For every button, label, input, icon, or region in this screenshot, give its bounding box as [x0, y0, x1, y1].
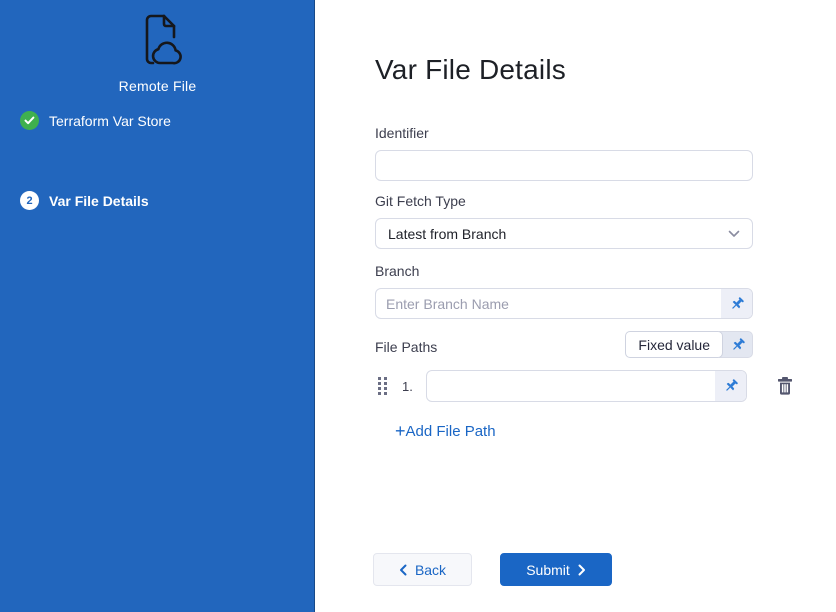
plus-icon: + — [395, 422, 406, 440]
var-file-details-panel: Var File Details Identifier Git Fetch Ty… — [315, 0, 836, 612]
submit-button[interactable]: Submit — [500, 553, 612, 586]
wizard-sidebar: Remote File Terraform Var Store 2 Var Fi… — [0, 0, 315, 612]
delete-file-path-button[interactable] — [777, 377, 793, 395]
file-path-input[interactable] — [426, 370, 747, 402]
file-paths-group: File Paths Fixed value — [375, 331, 800, 402]
branch-pin-button[interactable] — [721, 289, 752, 318]
branch-label: Branch — [375, 263, 753, 279]
branch-group: Branch — [375, 263, 753, 319]
add-file-path-button[interactable]: + Add File Path — [395, 422, 496, 440]
step-label: Var File Details — [49, 193, 149, 209]
file-path-row: 1. — [375, 370, 800, 402]
step-label: Terraform Var Store — [49, 113, 171, 129]
remote-file-icon — [133, 13, 183, 72]
sidebar-step-terraform-var-store[interactable]: Terraform Var Store — [20, 111, 295, 130]
git-fetch-type-value: Latest from Branch — [388, 226, 506, 242]
identifier-input[interactable] — [375, 150, 753, 181]
wizard-footer: Back Submit — [373, 553, 612, 586]
chevron-right-icon — [578, 564, 586, 576]
file-paths-value-type-button[interactable]: Fixed value — [625, 331, 753, 358]
step-number-badge: 2 — [20, 191, 39, 210]
pin-icon — [723, 378, 739, 394]
file-paths-label: File Paths — [375, 334, 437, 355]
git-fetch-type-group: Git Fetch Type Latest from Branch — [375, 193, 753, 249]
identifier-group: Identifier — [375, 125, 753, 181]
branch-input[interactable] — [375, 288, 753, 319]
back-button[interactable]: Back — [373, 553, 472, 586]
pin-icon — [729, 296, 745, 312]
git-fetch-type-label: Git Fetch Type — [375, 193, 753, 209]
page-title: Var File Details — [375, 54, 566, 86]
var-file-wizard: Remote File Terraform Var Store 2 Var Fi… — [0, 0, 836, 612]
fixed-value-label: Fixed value — [625, 331, 723, 358]
identifier-label: Identifier — [375, 125, 753, 141]
chevron-left-icon — [399, 564, 407, 576]
pin-icon — [730, 337, 746, 353]
chevron-down-icon — [728, 225, 740, 243]
step-complete-check-icon — [20, 111, 39, 130]
trash-icon — [777, 377, 793, 395]
wizard-brand: Remote File — [0, 13, 315, 94]
sidebar-step-var-file-details[interactable]: 2 Var File Details — [20, 191, 295, 210]
file-paths-pin-toggle[interactable] — [719, 331, 753, 358]
wizard-brand-title: Remote File — [0, 78, 315, 94]
drag-handle-icon[interactable] — [378, 377, 388, 395]
git-fetch-type-select[interactable]: Latest from Branch — [375, 218, 753, 249]
file-path-row-index: 1. — [402, 379, 422, 394]
file-path-pin-button[interactable] — [715, 371, 746, 401]
